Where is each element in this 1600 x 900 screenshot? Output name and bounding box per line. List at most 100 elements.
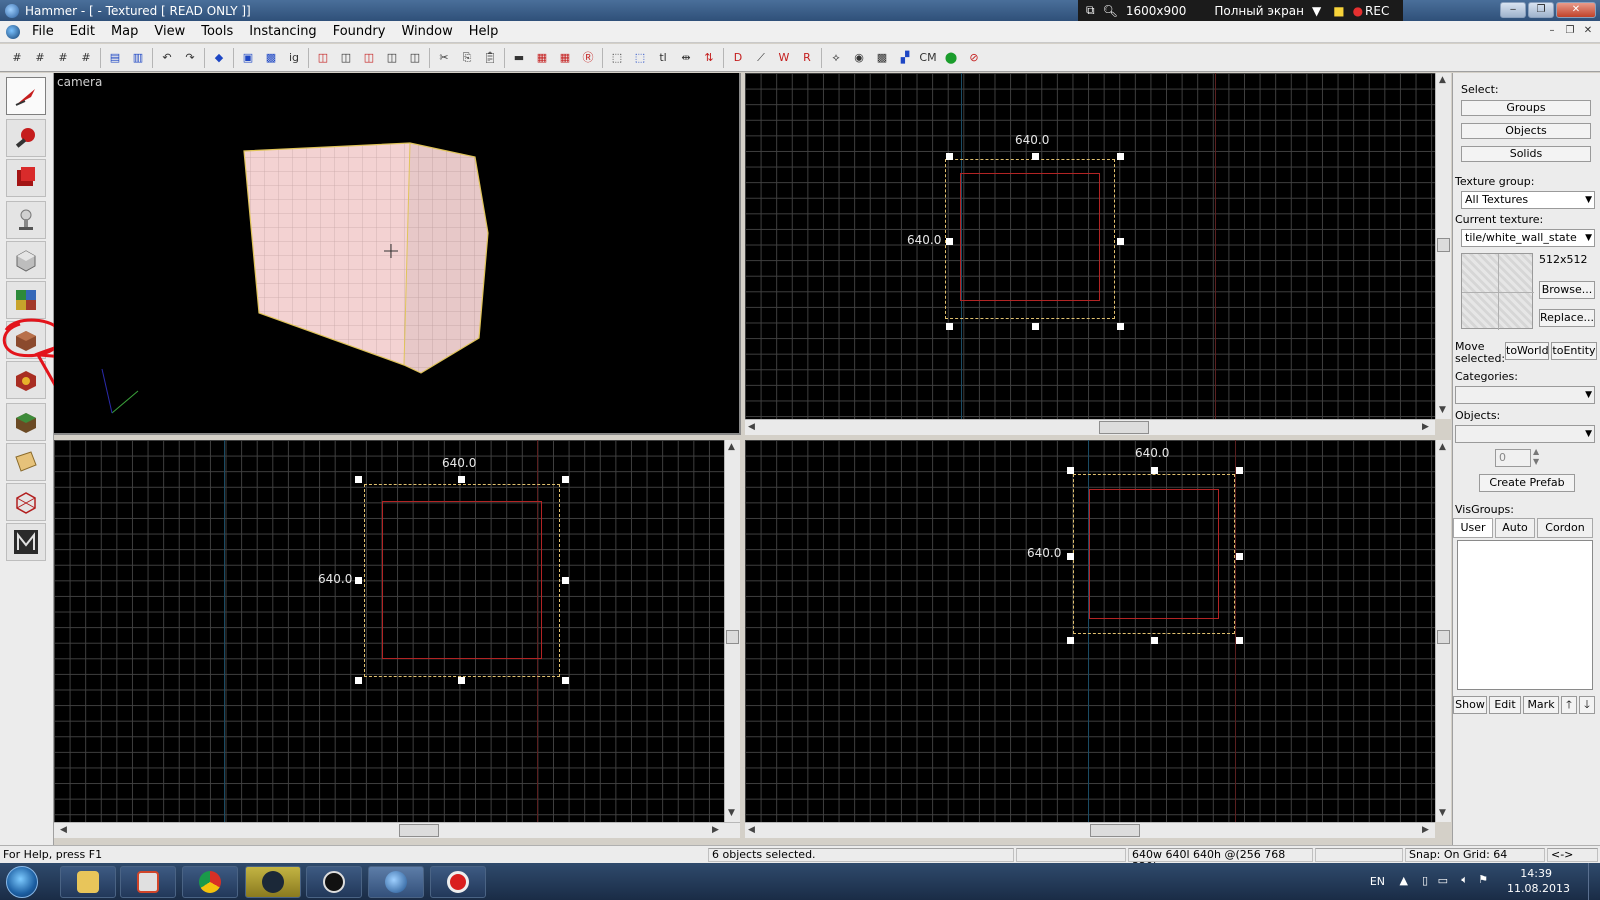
minimize-button[interactable]: ‒ [1500, 2, 1526, 18]
clock-time[interactable]: 14:39 [1520, 867, 1552, 880]
mark-button[interactable]: Mark [1523, 696, 1559, 714]
cubemap-icon[interactable]: CM [919, 49, 937, 67]
taskbar-explorer[interactable] [60, 866, 116, 898]
current-texture-select[interactable]: tile/white_wall_state ▼ [1461, 229, 1595, 247]
path-tool[interactable] [6, 523, 46, 561]
scroll-up-icon[interactable]: ▲ [1439, 75, 1446, 85]
objects-select[interactable]: ▼ [1455, 425, 1595, 443]
cut-icon[interactable]: ✂ [435, 49, 453, 67]
show-all-icon[interactable]: ◫ [383, 49, 401, 67]
lighting-preview-icon[interactable]: ▩ [873, 49, 891, 67]
tab-user[interactable]: User [1453, 518, 1493, 538]
radius-culling-icon[interactable]: Ⓡ [579, 49, 597, 67]
mdi-restore-button[interactable]: ❐ [1562, 24, 1578, 38]
spinner-up-icon[interactable]: ▲ [1533, 447, 1539, 456]
grid-3d-icon[interactable]: # [77, 49, 95, 67]
group-icon[interactable]: ▤ [106, 49, 124, 67]
resize-handle[interactable] [1236, 553, 1243, 560]
menu-edit[interactable]: Edit [62, 24, 103, 39]
menu-view[interactable]: View [146, 24, 193, 39]
start-button[interactable] [6, 866, 38, 898]
scroll-left-icon[interactable]: ◀ [748, 422, 755, 432]
texture-lock-icon[interactable]: ▬ [510, 49, 528, 67]
resize-handle[interactable] [1151, 467, 1158, 474]
edit-button[interactable]: Edit [1489, 696, 1521, 714]
display-models-icon[interactable]: D [729, 49, 747, 67]
wireframe-icon[interactable]: ⟋ [752, 49, 770, 67]
search-icon[interactable]: 🔍︎ [1103, 4, 1118, 18]
select-icon[interactable]: ⬚ [631, 49, 649, 67]
undo-icon[interactable]: ↶ [158, 49, 176, 67]
rec-label[interactable]: REC [1365, 4, 1389, 18]
document-icon[interactable] [6, 24, 20, 39]
resize-handle[interactable] [1067, 637, 1074, 644]
visgroup-icon[interactable]: ◫ [406, 49, 424, 67]
scroll-right-icon[interactable]: ▶ [1422, 422, 1429, 432]
resize-handle[interactable] [1067, 467, 1074, 474]
vertex-tool[interactable] [6, 483, 46, 521]
taskbar-hammer[interactable] [368, 866, 424, 898]
flip-horizontal-icon[interactable]: ⇹ [677, 49, 695, 67]
scroll-down-icon[interactable]: ▼ [1439, 808, 1446, 818]
menu-instancing[interactable]: Instancing [241, 24, 324, 39]
resize-handle[interactable] [355, 577, 362, 584]
language-indicator[interactable]: EN [1370, 875, 1385, 888]
resize-handle[interactable] [458, 476, 465, 483]
menu-help[interactable]: Help [461, 24, 507, 39]
flip-vertical-icon[interactable]: ⇅ [700, 49, 718, 67]
scroll-down-icon[interactable]: ▼ [1439, 405, 1446, 415]
top-viewport[interactable]: 640.0 640.0 [745, 73, 1435, 419]
maximize-button[interactable]: ❐ [1528, 2, 1554, 18]
show-button[interactable]: Show [1453, 696, 1487, 714]
redo-icon[interactable]: ↷ [181, 49, 199, 67]
scroll-thumb[interactable] [1090, 824, 1140, 837]
resize-handle[interactable] [562, 677, 569, 684]
move-up-button[interactable]: 🡑 [1561, 696, 1577, 714]
grid-smaller-icon[interactable]: # [31, 49, 49, 67]
flag-icon[interactable]: ⚑ [1478, 873, 1488, 886]
close-button[interactable]: ✕ [1556, 2, 1596, 18]
window-restore-icon[interactable]: ⧉ [1086, 3, 1095, 18]
resize-handle[interactable] [946, 323, 953, 330]
menu-tools[interactable]: Tools [193, 24, 241, 39]
selection-tool[interactable] [6, 77, 46, 115]
volume-icon[interactable]: 🔈︎ [1461, 873, 1468, 887]
prefab-count-spinner[interactable]: 0 [1495, 449, 1531, 467]
ungroup-icon[interactable]: ▥ [129, 49, 147, 67]
block-tool[interactable] [6, 241, 46, 279]
side-viewport[interactable]: 640.0 640.0 [745, 440, 1435, 822]
scroll-right-icon[interactable]: ▶ [1422, 825, 1429, 835]
texture-group-select[interactable]: All Textures ▼ [1461, 191, 1595, 209]
select-objects-button[interactable]: Objects [1461, 123, 1591, 139]
menu-map[interactable]: Map [103, 24, 146, 39]
cordon-icon[interactable]: ⟡ [827, 49, 845, 67]
show-hidden-icons-icon[interactable]: ▲ [1400, 874, 1408, 887]
display-helpers-icon[interactable]: R [798, 49, 816, 67]
resize-handle[interactable] [1151, 637, 1158, 644]
top-viewport-hscroll[interactable]: ◀ ▶ [745, 419, 1435, 435]
apply-overlays-tool[interactable] [6, 403, 46, 441]
tab-auto[interactable]: Auto [1495, 518, 1535, 538]
resize-handle[interactable] [946, 238, 953, 245]
taskbar-powerpoint[interactable] [120, 866, 176, 898]
scroll-left-icon[interactable]: ◀ [748, 825, 755, 835]
camera-viewport[interactable]: camera [54, 73, 741, 435]
side-viewport-hscroll[interactable]: ◀ ▶ [745, 822, 1435, 838]
camera-icon[interactable]: ■ [1333, 4, 1344, 18]
compile-icon[interactable]: ◆ [210, 49, 228, 67]
resize-handle[interactable] [562, 476, 569, 483]
front-viewport-vscroll[interactable]: ▲ ▼ [724, 440, 740, 822]
run-map-icon[interactable]: ⬤ [942, 49, 960, 67]
front-viewport[interactable]: 640.0 640.0 [54, 440, 724, 822]
entity-tool[interactable] [6, 201, 46, 239]
scroll-thumb[interactable] [399, 824, 439, 837]
create-prefab-button[interactable]: Create Prefab [1479, 474, 1575, 492]
resize-handle[interactable] [946, 153, 953, 160]
resize-handle[interactable] [355, 476, 362, 483]
dropdown-arrow-icon[interactable]: ▼ [1312, 4, 1321, 18]
resize-handle[interactable] [458, 677, 465, 684]
top-viewport-vscroll[interactable]: ▲ ▼ [1435, 73, 1451, 419]
show-desktop-button[interactable] [1588, 863, 1600, 900]
front-viewport-hscroll[interactable]: ◀ ▶ [54, 822, 740, 838]
browse-button[interactable]: Browse... [1539, 281, 1595, 299]
